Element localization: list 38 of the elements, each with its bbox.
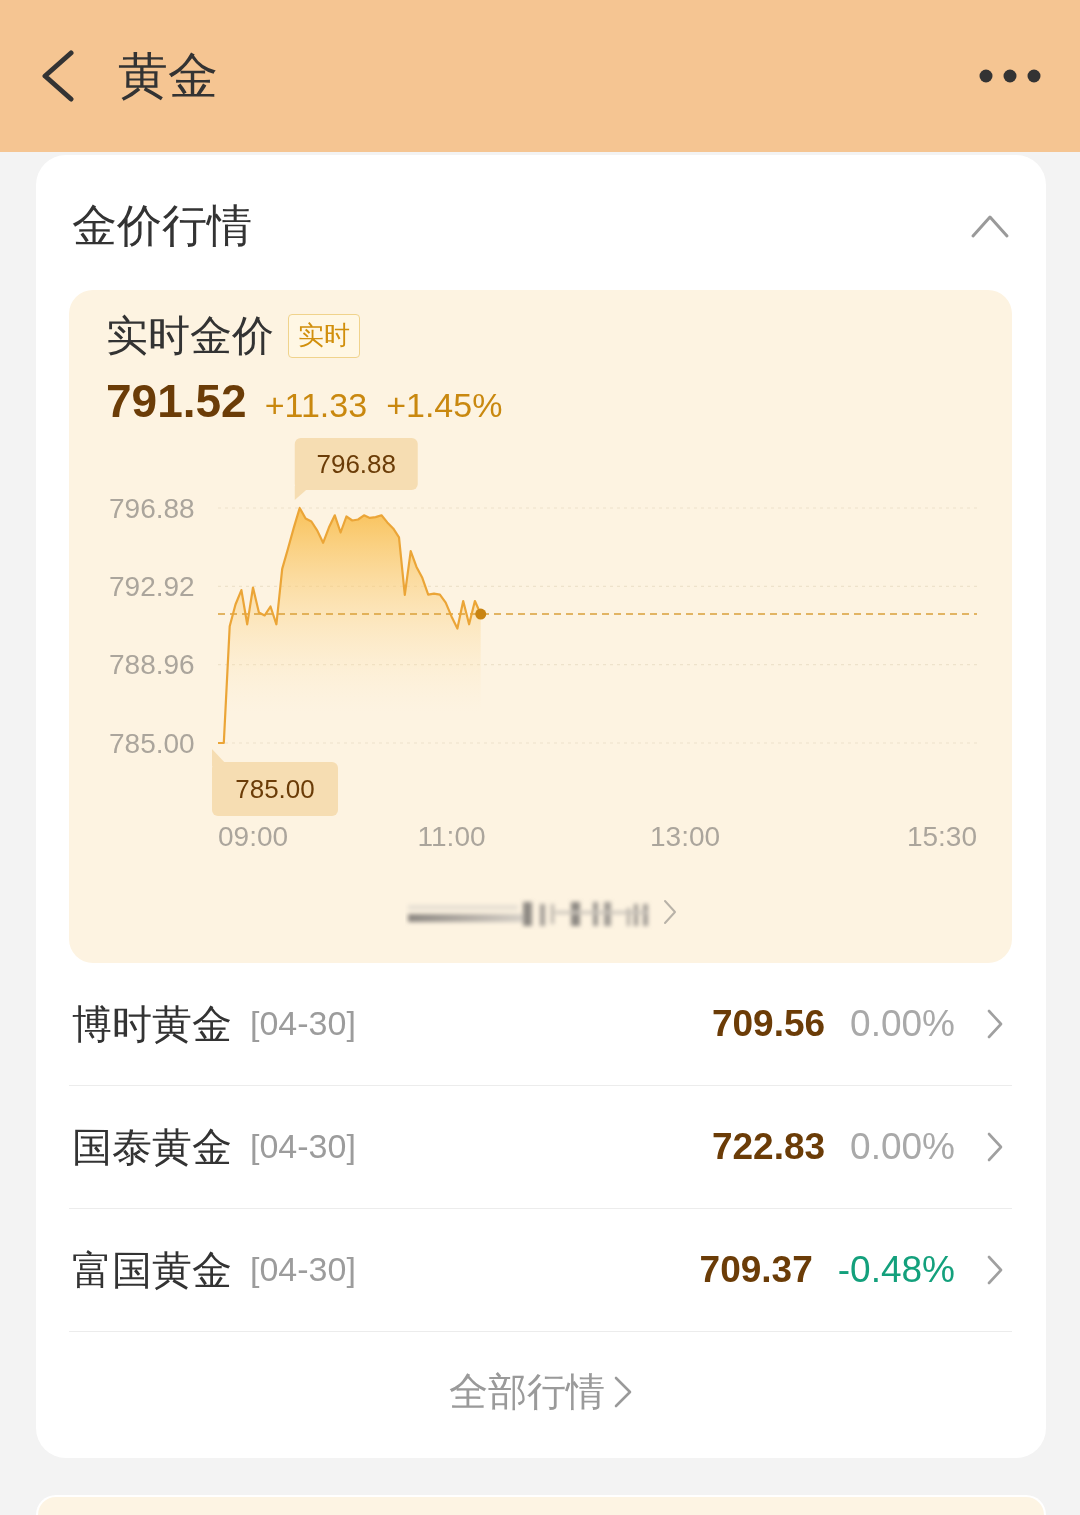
fund-name: 博时黄金	[72, 1002, 232, 1046]
fund-change: 0.00%	[850, 1126, 955, 1168]
x-axis-label: 15:30	[906, 820, 977, 852]
fund-date: [04-30]	[250, 1005, 356, 1043]
y-axis-label: 785.00	[109, 727, 195, 759]
chevron-right-icon[interactable]	[987, 1132, 1003, 1162]
x-axis-label: 09:00	[218, 820, 289, 852]
back-icon[interactable]	[41, 50, 74, 102]
chevron-right-icon[interactable]	[614, 1376, 632, 1408]
y-axis-label: 792.92	[109, 570, 195, 602]
fund-price: 709.37	[699, 1249, 813, 1291]
fund-name: 富国黄金	[72, 1248, 232, 1292]
y-axis-label: 788.96	[109, 649, 195, 681]
fund-price: 722.83	[711, 1126, 826, 1168]
price-change: +11.33	[264, 387, 368, 425]
chevron-right-icon[interactable]	[987, 1255, 1003, 1285]
fund-change: -0.48%	[837, 1249, 955, 1291]
all-quotes-link[interactable]: 全部行情	[449, 1370, 632, 1414]
min-price-callout: 785.00	[212, 749, 338, 816]
fund-price: 709.56	[711, 1003, 826, 1045]
panel-title: 实时金价	[106, 312, 274, 360]
price-change-percent: +1.45%	[386, 387, 503, 425]
last-price-point	[475, 608, 487, 620]
section-title: 金价行情	[72, 200, 252, 251]
y-axis-label: 796.88	[109, 492, 195, 524]
x-axis-label: 13:00	[650, 820, 721, 852]
fund-name: 国泰黄金	[72, 1125, 232, 1169]
fund-date: [04-30]	[250, 1251, 356, 1289]
realtime-tag: 实时	[288, 314, 360, 358]
x-axis-label: 11:00	[417, 820, 486, 852]
page-title: 黄金	[118, 51, 218, 101]
more-icon[interactable]	[979, 69, 1041, 83]
fund-date: [04-30]	[250, 1128, 356, 1166]
max-price-callout: 796.88	[294, 438, 418, 500]
chevron-right-icon[interactable]	[987, 1009, 1003, 1039]
chevron-right-icon[interactable]	[662, 898, 677, 925]
current-price: 791.52	[106, 376, 247, 427]
fund-change: 0.00%	[850, 1003, 955, 1045]
